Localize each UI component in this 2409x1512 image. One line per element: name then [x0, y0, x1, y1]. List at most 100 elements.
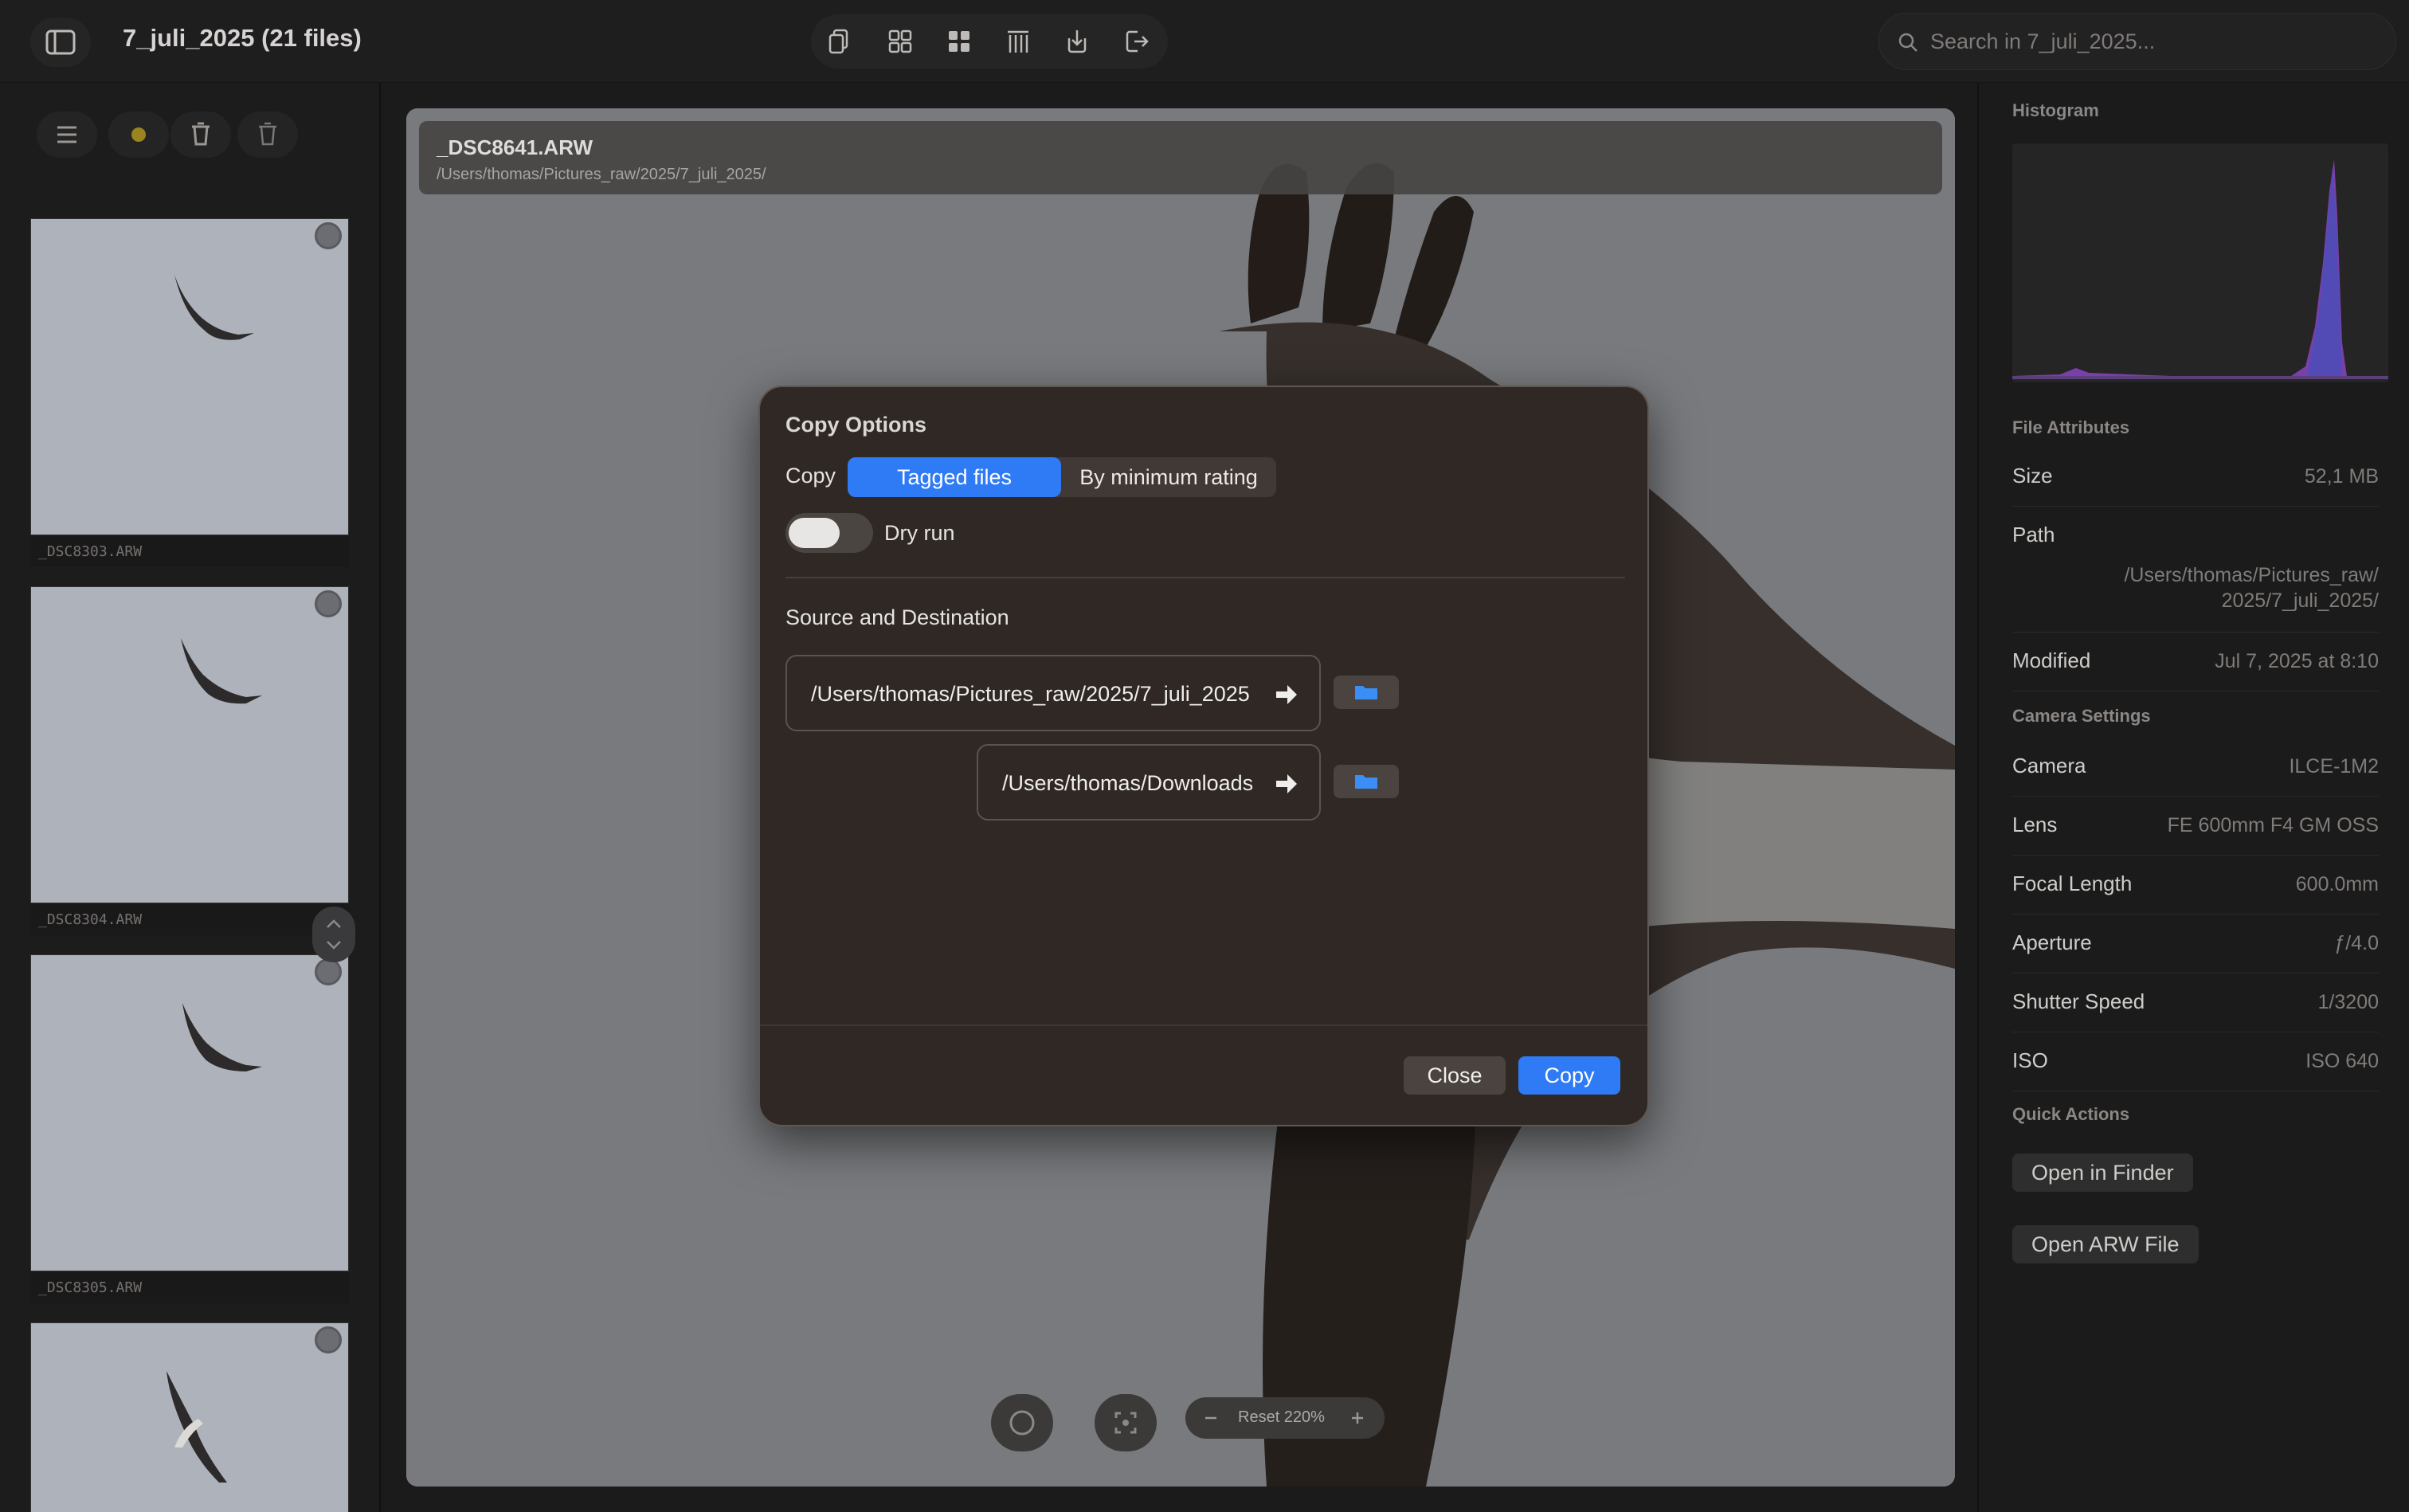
attr-value: /Users/thomas/Pictures_raw/: [2124, 564, 2379, 586]
tag-filter-button[interactable]: [108, 112, 169, 158]
attr-label: Aperture: [2012, 930, 2092, 954]
zoom-reset-label[interactable]: Reset 220%: [1238, 1408, 1325, 1427]
source-path-text: /Users/thomas/Pictures_raw/2025/7_juli_2…: [811, 682, 1250, 706]
chevron-up-down-icon: [327, 919, 341, 950]
attr-value: 2025/7_juli_2025/: [2221, 590, 2379, 612]
toggle-knob: [789, 518, 840, 548]
arrow-right-icon: [1276, 774, 1297, 793]
file-name: _DSC8641.ARW: [437, 135, 593, 159]
close-button[interactable]: Close: [1404, 1056, 1506, 1095]
thumbnail-label: _DSC8304.ARW: [30, 903, 349, 935]
color-picker-button[interactable]: [991, 1394, 1053, 1451]
attr-value: ILCE-1M2: [2289, 755, 2379, 778]
focus-button[interactable]: [1095, 1394, 1157, 1451]
attr-label: Focal Length: [2012, 872, 2133, 895]
attr-value: 600.0mm: [2295, 873, 2379, 895]
thumbnail-sidebar: _DSC8303.ARW _DSC8304.ARW _DSC8305.ARW: [0, 83, 381, 1512]
list-view-button[interactable]: [37, 112, 97, 158]
open-in-finder-button[interactable]: Open in Finder: [2012, 1154, 2193, 1192]
attr-label: Modified: [2012, 648, 2091, 672]
attr-value: ƒ/4.0: [2334, 932, 2379, 954]
columns-icon[interactable]: [1004, 27, 1032, 56]
search-field[interactable]: Search in 7_juli_2025...: [1878, 13, 2396, 70]
camera-settings-title: Camera Settings: [2012, 706, 2151, 726]
select-circle-icon[interactable]: [315, 958, 342, 985]
copy-options-dialog: Copy Options Copy Tagged files By minimu…: [758, 386, 1649, 1126]
histogram-graph: [2012, 159, 2388, 379]
open-arw-file-button[interactable]: Open ARW File: [2012, 1225, 2199, 1263]
attr-value: 52,1 MB: [2304, 465, 2379, 488]
search-icon: [1898, 33, 1917, 52]
thumbnail-label: _DSC8303.ARW: [30, 535, 349, 567]
copy-mode-segmented-control: Tagged files By minimum rating: [848, 457, 1276, 497]
dialog-title: Copy Options: [785, 413, 926, 437]
select-circle-icon[interactable]: [315, 590, 342, 617]
view-toolbar: [811, 14, 1168, 69]
segment-minimum-rating[interactable]: By minimum rating: [1061, 457, 1276, 497]
trash-outline-icon: [259, 122, 276, 146]
attr-label: Lens: [2012, 813, 2058, 836]
copy-mode-label: Copy: [785, 464, 836, 488]
search-placeholder: Search in 7_juli_2025...: [1930, 29, 2156, 53]
destination-path-text: /Users/thomas/Downloads: [1002, 771, 1254, 795]
bird-photo: [181, 638, 262, 704]
arrow-right-icon: [1276, 685, 1297, 704]
select-circle-icon[interactable]: [315, 1326, 342, 1353]
attr-value: FE 600mm F4 GM OSS: [2167, 814, 2379, 836]
delete-button[interactable]: [170, 112, 231, 158]
attr-value: ISO 640: [2305, 1050, 2379, 1072]
attr-modified-row: Modified Jul 7, 2025 at 8:10: [2012, 633, 2379, 691]
attr-focal-row: Focal Length 600.0mm: [2012, 856, 2379, 915]
thumbnail-image[interactable]: [30, 586, 349, 903]
destination-folder-button[interactable]: [1334, 765, 1399, 798]
export-icon[interactable]: [1122, 27, 1150, 56]
file-path: /Users/thomas/Pictures_raw/2025/7_juli_2…: [437, 166, 766, 183]
scroll-control[interactable]: [312, 907, 355, 962]
thumbnail-image[interactable]: [30, 218, 349, 535]
dry-run-label: Dry run: [884, 521, 955, 545]
zoom-in-icon[interactable]: [1349, 1410, 1365, 1426]
grid-icon[interactable]: [886, 27, 915, 56]
divider: [785, 577, 1625, 578]
folder-icon: [1355, 686, 1377, 699]
histogram-title: Histogram: [2012, 100, 2099, 120]
toolbar: 7_juli_2025 (21 files) Search in 7_juli_…: [0, 0, 2409, 83]
source-destination-title: Source and Destination: [785, 605, 1009, 629]
segment-tagged-files[interactable]: Tagged files: [848, 457, 1061, 497]
attr-label: ISO: [2012, 1048, 2048, 1072]
bird-photo: [174, 275, 254, 340]
attr-camera-row: Camera ILCE-1M2: [2012, 738, 2379, 797]
attr-label: Path: [2012, 523, 2055, 546]
thumbnail-image[interactable]: [30, 1322, 349, 1512]
attr-iso-row: ISO ISO 640: [2012, 1032, 2379, 1091]
window-title: 7_juli_2025 (21 files): [123, 24, 362, 52]
source-folder-button[interactable]: [1334, 676, 1399, 709]
inspector-panel: Histogram File Attributes Size 52,1 MB P…: [1977, 83, 2409, 1512]
zoom-control[interactable]: Reset 220%: [1185, 1397, 1385, 1439]
copy-icon[interactable]: [827, 27, 856, 56]
thumbnail-label: _DSC8305.ARW: [30, 1271, 349, 1303]
attr-aperture-row: Aperture ƒ/4.0: [2012, 915, 2379, 973]
source-path-field[interactable]: /Users/thomas/Pictures_raw/2025/7_juli_2…: [785, 655, 1321, 731]
attr-shutter-row: Shutter Speed 1/3200: [2012, 973, 2379, 1032]
select-circle-icon[interactable]: [315, 222, 342, 249]
attr-path-row: Path /Users/thomas/Pictures_raw/ 2025/7_…: [2012, 507, 2379, 633]
thumbnail-image[interactable]: [30, 954, 349, 1271]
destination-path-field[interactable]: /Users/thomas/Downloads: [977, 744, 1321, 821]
trash-icon: [192, 122, 210, 146]
quick-actions-title: Quick Actions: [2012, 1104, 2130, 1124]
sidebar-icon: [45, 29, 76, 55]
file-info-header: _DSC8641.ARW /Users/thomas/Pictures_raw/…: [419, 121, 1942, 194]
sidebar-toggle-button[interactable]: [30, 18, 91, 67]
attr-value: 1/3200: [2317, 991, 2379, 1013]
dry-run-toggle[interactable]: [785, 513, 873, 553]
attr-size-row: Size 52,1 MB: [2012, 448, 2379, 507]
attr-label: Size: [2012, 464, 2053, 488]
grid-filled-icon[interactable]: [945, 27, 973, 56]
delete-all-button[interactable]: [237, 112, 298, 158]
copy-button[interactable]: Copy: [1518, 1056, 1620, 1095]
zoom-out-icon[interactable]: [1203, 1410, 1219, 1426]
attr-label: Shutter Speed: [2012, 989, 2145, 1013]
divider: [760, 1024, 1647, 1026]
import-icon[interactable]: [1063, 27, 1091, 56]
